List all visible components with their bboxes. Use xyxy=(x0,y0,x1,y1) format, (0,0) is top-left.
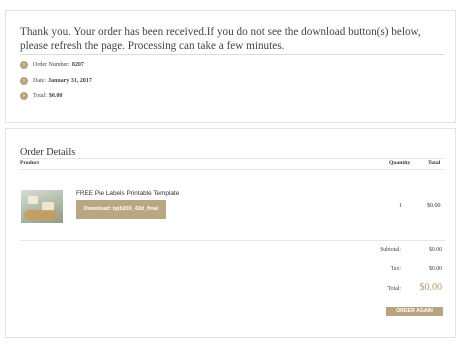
order-date-row: › Date: January 31, 2017 xyxy=(20,77,92,85)
table-header-bottom-rule xyxy=(20,169,445,170)
order-details-title: Order Details xyxy=(20,147,76,158)
order-date-label: Date: xyxy=(33,78,46,84)
total-value: $0.00 xyxy=(419,282,443,293)
order-number-value: 8207 xyxy=(71,62,84,68)
divider xyxy=(20,54,445,55)
column-header-quantity: Quantity xyxy=(389,160,411,166)
subtotal-label: Subtotal: xyxy=(380,247,401,253)
chevron-right-icon: › xyxy=(20,77,28,85)
total-label: Total: xyxy=(387,286,401,292)
order-total-value: $0.00 xyxy=(48,93,63,99)
order-received-card: Thank you. Your order has been received.… xyxy=(5,10,456,123)
order-total-row: › Total: $0.00 xyxy=(20,92,62,100)
order-number-row: › Order Number: 8207 xyxy=(20,61,84,69)
thank-you-message: Thank you. Your order has been received.… xyxy=(20,26,421,52)
item-total: $0.00 xyxy=(427,203,441,209)
subtotal-value: $0.00 xyxy=(428,247,442,253)
chevron-right-icon: › xyxy=(20,61,28,69)
chevron-right-icon: › xyxy=(20,92,28,100)
items-bottom-rule xyxy=(20,240,445,241)
column-header-product: Product xyxy=(20,160,40,166)
table-header-top-rule xyxy=(20,158,445,159)
order-date-value: January 31, 2017 xyxy=(48,78,92,84)
item-quantity: 1 xyxy=(399,203,402,209)
order-details-card: Order Details Product Quantity Total FRE… xyxy=(5,128,456,338)
tax-label: Tax: xyxy=(390,266,401,272)
product-name[interactable]: FREE Pie Labels Printable Template xyxy=(76,190,179,197)
order-total-label: Total: xyxy=(33,93,47,99)
column-header-total: Total xyxy=(428,160,441,166)
product-thumbnail[interactable] xyxy=(21,190,63,223)
download-button[interactable]: Download: bpb203_43d_final xyxy=(76,200,166,219)
order-number-label: Order Number: xyxy=(33,62,70,68)
order-again-button[interactable]: ORDER AGAIN xyxy=(386,307,443,316)
tax-value: $0.00 xyxy=(428,266,442,272)
